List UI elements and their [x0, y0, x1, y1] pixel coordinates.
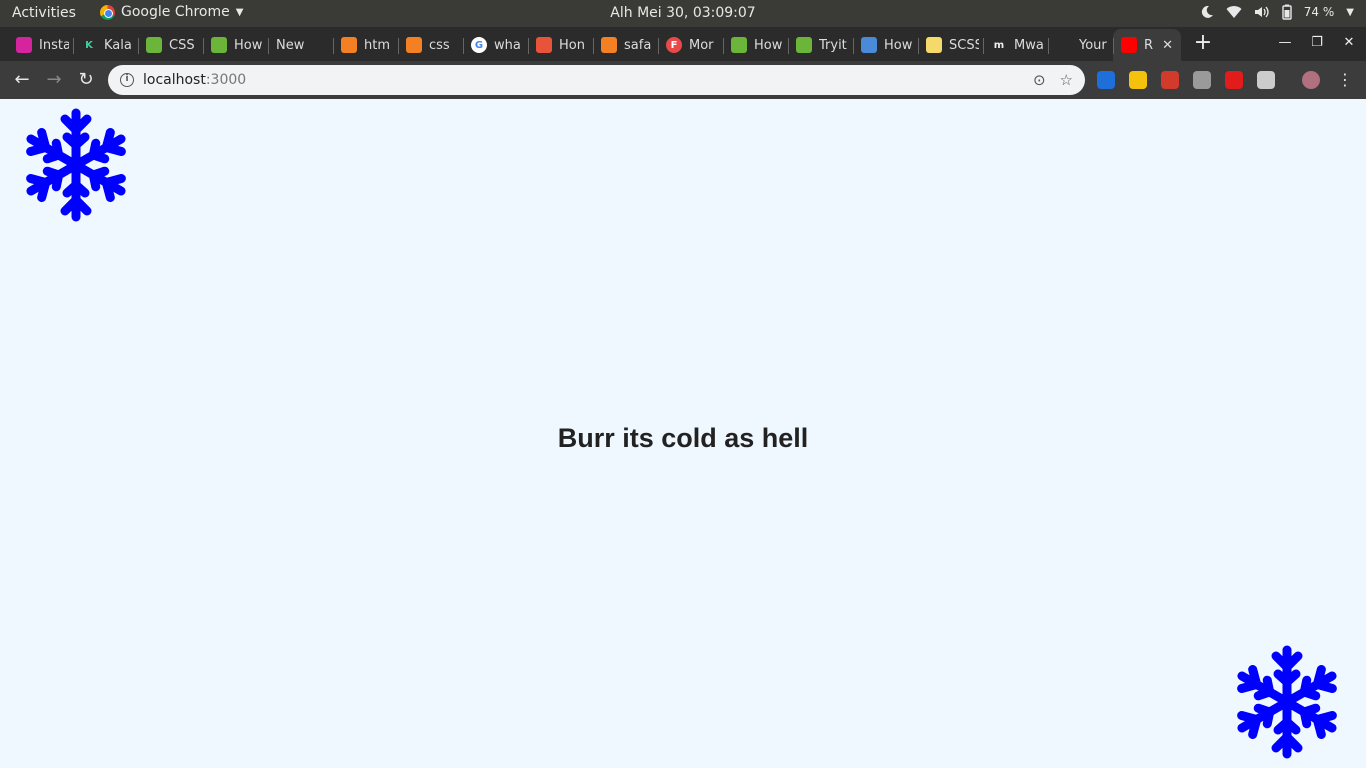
- extension-5-icon[interactable]: [1225, 71, 1243, 89]
- tab-title: Insta: [39, 37, 69, 53]
- tab-3[interactable]: How: [203, 29, 268, 61]
- scss-icon: [926, 37, 942, 53]
- tab-9[interactable]: safa: [593, 29, 658, 61]
- tab-title: Mwa: [1014, 37, 1044, 53]
- tab-15[interactable]: m Mwa: [983, 29, 1048, 61]
- tab-title: Your: [1079, 37, 1107, 53]
- tab-2[interactable]: CSS: [138, 29, 203, 61]
- tab-6[interactable]: css: [398, 29, 463, 61]
- tab-title: How: [884, 37, 913, 53]
- tab-title: How: [754, 37, 783, 53]
- system-tray[interactable]: 74 % ▼: [1200, 4, 1354, 20]
- page-headline: Burr its cold as hell: [557, 423, 809, 453]
- wifi-icon: [1226, 6, 1242, 19]
- f-icon: F: [666, 37, 682, 53]
- bookmark-star-icon[interactable]: ☆: [1060, 71, 1073, 89]
- stackoverflow-icon: [406, 37, 422, 53]
- tab-4[interactable]: New Tab: [268, 29, 333, 61]
- minimize-icon[interactable]: —: [1278, 35, 1292, 50]
- tab-title: Tryit: [819, 37, 847, 53]
- night-light-icon: [1201, 5, 1213, 18]
- loading-icon: [861, 37, 877, 53]
- battery-icon: [1282, 4, 1292, 20]
- url-host: localhost: [143, 72, 206, 88]
- tab-13[interactable]: How: [853, 29, 918, 61]
- extension-1-icon[interactable]: [1097, 71, 1115, 89]
- tab-title: How: [234, 37, 263, 53]
- w3schools-icon: [146, 37, 162, 53]
- snowflake-icon: [26, 108, 126, 222]
- tab-list: Insta K Kala CSS How New Tab htm css Gwha Hon safa…: [8, 29, 1181, 61]
- snowflake-icon: [1237, 645, 1337, 759]
- tab-8[interactable]: Hon: [528, 29, 593, 61]
- extension-2-icon[interactable]: [1129, 71, 1147, 89]
- w3schools-icon: [211, 37, 227, 53]
- back-button[interactable]: ←: [10, 68, 34, 92]
- tab-12[interactable]: Tryit: [788, 29, 853, 61]
- close-tab-icon[interactable]: ✕: [1162, 38, 1173, 53]
- tab-title: CSS: [169, 37, 195, 53]
- site-info-icon[interactable]: i: [120, 73, 134, 87]
- google-icon: G: [471, 37, 487, 53]
- profile-avatar[interactable]: [1302, 71, 1320, 89]
- maximize-icon[interactable]: ❐: [1310, 35, 1324, 50]
- m-icon: m: [991, 37, 1007, 53]
- tab-1[interactable]: K Kala: [73, 29, 138, 61]
- tab-title: css: [429, 37, 450, 53]
- extension-3-icon[interactable]: [1161, 71, 1179, 89]
- tab-16[interactable]: Your: [1048, 29, 1113, 61]
- youtube-icon: [1121, 37, 1137, 53]
- tab-14[interactable]: SCSS: [918, 29, 983, 61]
- tab-title: Hon: [559, 37, 585, 53]
- window-controls: — ❐ ✕: [1278, 35, 1356, 50]
- tab-title: Mor: [689, 37, 714, 53]
- instagram-icon: [16, 37, 32, 53]
- tab-title: wha: [494, 37, 521, 53]
- w3schools-icon: [796, 37, 812, 53]
- w3schools-icon: [731, 37, 747, 53]
- location-icon[interactable]: ⊙: [1033, 71, 1046, 89]
- tab-title: Kala: [104, 37, 132, 53]
- address-bar[interactable]: i localhost:3000 ⊙ ☆: [108, 65, 1085, 95]
- browser-toolbar: ← → ↻ i localhost:3000 ⊙ ☆ ⋮: [0, 61, 1366, 99]
- tab-title: R: [1144, 37, 1154, 53]
- tab-title: htm: [364, 37, 390, 53]
- tab-strip: Insta K Kala CSS How New Tab htm css Gwha Hon safa…: [0, 27, 1366, 61]
- tab-11[interactable]: How: [723, 29, 788, 61]
- close-icon[interactable]: ✕: [1342, 35, 1356, 50]
- tab-title: SCSS: [949, 37, 979, 53]
- battery-percent: 74 %: [1303, 5, 1335, 19]
- stackoverflow-icon: [601, 37, 617, 53]
- github-icon: [1056, 37, 1072, 53]
- tab-title: safa: [624, 37, 652, 53]
- forward-button[interactable]: →: [42, 68, 66, 92]
- page-content: Burr its cold as hell: [0, 99, 1366, 768]
- more-menu-icon[interactable]: ⋮: [1333, 68, 1357, 92]
- stackoverflow-icon: [341, 37, 357, 53]
- tab-7[interactable]: Gwha: [463, 29, 528, 61]
- chevron-down-icon: ▼: [1346, 6, 1354, 18]
- extension-6-icon[interactable]: [1257, 71, 1275, 89]
- extension-4-icon[interactable]: [1193, 71, 1211, 89]
- url-port: :3000: [205, 72, 247, 88]
- hon-icon: [536, 37, 552, 53]
- system-top-bar: Activities Google Chrome ▼ Alh Mei 30, 0…: [0, 0, 1366, 27]
- tab-17[interactable]: R ✕: [1113, 29, 1181, 61]
- tab-5[interactable]: htm: [333, 29, 398, 61]
- clock[interactable]: Alh Mei 30, 03:09:07: [0, 5, 1366, 21]
- new-tab-button[interactable]: +: [1190, 31, 1216, 57]
- volume-icon: [1254, 6, 1269, 18]
- tab-0[interactable]: Insta: [8, 29, 73, 61]
- tab-title: New Tab: [276, 37, 306, 53]
- kala-icon: K: [81, 37, 97, 53]
- tab-10[interactable]: F Mor: [658, 29, 723, 61]
- reload-button[interactable]: ↻: [74, 68, 98, 92]
